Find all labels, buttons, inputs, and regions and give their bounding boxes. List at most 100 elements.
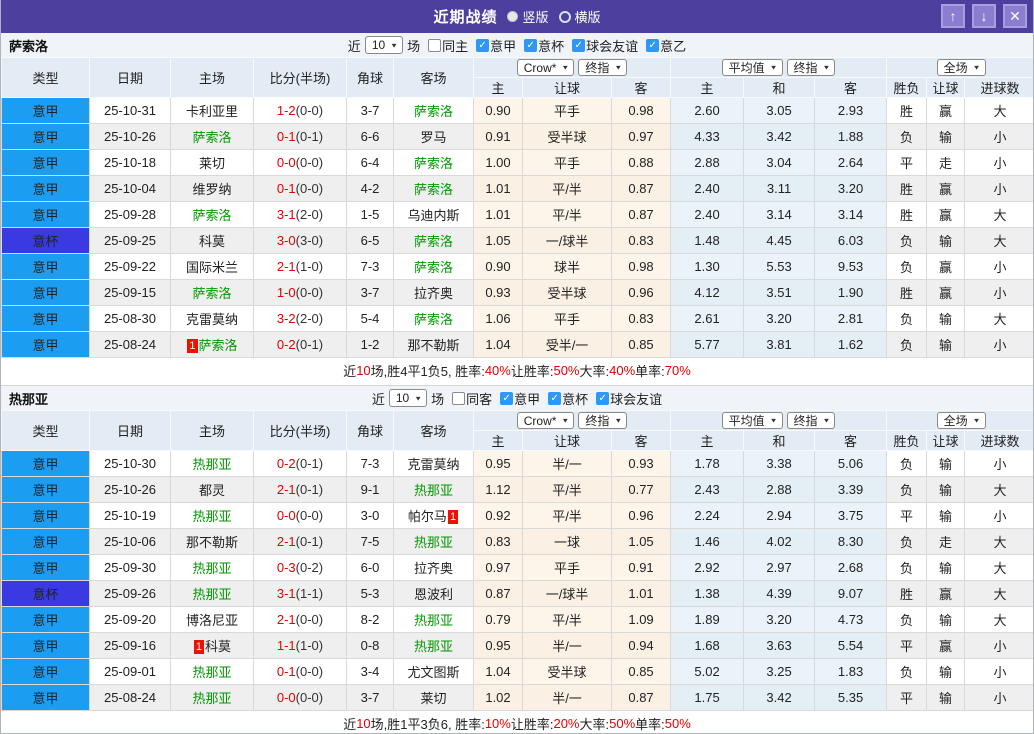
radio-horizontal-label: 横版 (574, 10, 601, 25)
corner-count: 6-5 (346, 227, 394, 254)
corner-count: 3-0 (346, 502, 394, 529)
match-score: 1-1(1-0) (253, 632, 347, 659)
avg-draw: 3.42 (743, 684, 816, 711)
column-header: 类型 (1, 57, 90, 98)
avg-home: 4.12 (670, 279, 745, 306)
avg-home: 1.68 (670, 632, 745, 659)
average-final-select[interactable]: 终指 ▼ (786, 59, 836, 76)
radio-vertical-layout[interactable]: 竖版 (507, 7, 549, 26)
result-handicap: 输 (926, 331, 966, 358)
avg-home: 1.46 (670, 528, 745, 555)
match-type-badge: 意甲 (1, 279, 90, 306)
result-outcome: 负 (886, 606, 928, 633)
team-label: 罗马 (420, 130, 447, 145)
match-type-badge: 意甲 (1, 528, 90, 555)
match-date: 25-10-19 (89, 502, 171, 529)
radio-horizontal-layout[interactable]: 横版 (558, 7, 601, 26)
same-venue-checkbox[interactable] (428, 38, 442, 52)
halftime-score: (0-1) (295, 129, 324, 144)
match-score: 0-1(0-1) (253, 123, 347, 150)
avg-draw: 3.14 (743, 201, 816, 228)
home-team: 热那亚 (170, 658, 254, 685)
team-section-2: 热那亚近 10 ▼ 场同客 ✓ 意甲 ✓ 意杯 ✓ 球会友谊 类型 日期 主场 比分(半场) 角球 客场 Cro… (1, 385, 1033, 733)
team-label: 克雷莫纳 (185, 312, 238, 327)
column-header: 类型 (1, 410, 90, 451)
move-up-button[interactable]: ↑ (941, 4, 965, 28)
average-source-select[interactable]: 平均值 ▼ (721, 412, 783, 429)
league-filter-checkbox-3[interactable]: ✓ (646, 38, 660, 52)
match-date: 25-09-15 (89, 279, 171, 306)
close-button[interactable]: ✕ (1003, 4, 1027, 28)
games-count-select[interactable]: 10 ▼ (364, 36, 404, 54)
chevron-down-icon: ▼ (414, 394, 423, 402)
avg-away: 1.90 (814, 279, 888, 306)
avg-home: 1.38 (670, 580, 745, 607)
away-team: 萨索洛 (393, 305, 474, 332)
league-filter-checkbox-1[interactable]: ✓ (524, 38, 538, 52)
same-venue-checkbox[interactable] (452, 391, 466, 405)
scope-select[interactable]: 全场 ▼ (936, 412, 986, 429)
odds-away: 0.83 (610, 227, 672, 254)
average-final-select[interactable]: 终指 ▼ (786, 412, 836, 429)
odds-home: 0.93 (473, 279, 523, 306)
scope-select[interactable]: 全场 ▼ (936, 59, 986, 76)
avg-draw: 2.97 (743, 554, 816, 581)
result-handicap: 输 (926, 502, 966, 529)
avg-draw: 3.38 (743, 450, 816, 477)
league-filter-checkbox-2[interactable]: ✓ (572, 38, 586, 52)
summary-segment: 10% (484, 715, 511, 731)
match-date: 25-09-30 (89, 554, 171, 581)
summary-segment: 单率: (635, 716, 665, 732)
odds-handicap: 平/半 (522, 606, 612, 633)
results-table: 类型 日期 主场 比分(半场) 角球 客场 Crow* ▼ 终指 ▼ 平均值 ▼ 终指 ▼ 全场 ▼ 主让球客主… (1, 57, 1033, 358)
match-type-badge: 意甲 (1, 450, 90, 477)
summary-segment: 场,胜1平3负6, 胜率: (370, 716, 485, 732)
result-handicap: 输 (926, 476, 966, 503)
team-section-1: 萨索洛近 10 ▼ 场同主 ✓ 意甲 ✓ 意杯 ✓ 球会友谊 ✓ 意乙 类型 日期 主场 比分(半场) 角球 客场… (1, 33, 1033, 382)
odds-final-select[interactable]: 终指 ▼ (578, 411, 628, 429)
team-label: 维罗纳 (192, 182, 232, 197)
odds-home: 1.04 (473, 658, 523, 685)
fulltime-score: 0-0 (276, 155, 296, 170)
table-row: 意甲 25-09-15 萨索洛 1-0(0-0) 3-7 拉齐奥 0.93 受半球 0.96 4.… (1, 279, 1033, 306)
odds-source-select[interactable]: Crow* ▼ (516, 59, 575, 77)
odds-source-select[interactable]: Crow* ▼ (516, 412, 575, 430)
team-label: 莱切 (198, 156, 225, 171)
halftime-score: (3-0) (295, 233, 324, 248)
avg-away: 1.88 (814, 123, 888, 150)
league-filter-checkbox-0[interactable]: ✓ (500, 391, 514, 405)
match-score: 0-1(0-0) (253, 658, 347, 685)
team-label: 博洛尼亚 (185, 613, 238, 628)
result-handicap: 赢 (926, 201, 966, 228)
match-type-badge: 意甲 (1, 331, 90, 358)
result-handicap: 赢 (926, 97, 966, 124)
corner-count: 8-2 (346, 606, 394, 633)
away-team: 尤文图斯 (393, 658, 474, 685)
odds-home: 0.90 (473, 253, 523, 280)
match-date: 25-10-04 (89, 175, 171, 202)
column-header: 比分(半场) (253, 410, 347, 451)
move-down-button[interactable]: ↓ (972, 4, 996, 28)
rank-badge: 1 (447, 510, 459, 524)
table-row: 意甲 25-08-24 1 萨索洛 0-2(0-1) 1-2 那不勒斯 1.04 受半/一 0.8… (1, 331, 1033, 358)
result-handicap: 输 (926, 554, 966, 581)
panel-title: 近期战绩 (433, 9, 498, 26)
odds-home: 1.12 (473, 476, 523, 503)
home-team: 1 科莫 (170, 632, 254, 659)
odds-handicap: 一/球半 (522, 580, 612, 607)
match-type-badge: 意甲 (1, 97, 90, 124)
chevron-down-icon: ▼ (561, 417, 570, 425)
odds-final-select[interactable]: 终指 ▼ (578, 58, 628, 76)
result-handicap: 输 (926, 450, 966, 477)
average-source-select[interactable]: 平均值 ▼ (721, 59, 783, 76)
result-handicap: 走 (926, 528, 966, 555)
games-count-select[interactable]: 10 ▼ (388, 389, 428, 407)
result-outcome: 负 (886, 305, 928, 332)
league-filter-checkbox-0[interactable]: ✓ (476, 38, 490, 52)
league-filter-checkbox-2[interactable]: ✓ (596, 391, 610, 405)
league-filter-checkbox-1[interactable]: ✓ (548, 391, 562, 405)
avg-draw: 2.94 (743, 502, 816, 529)
away-team: 热那亚 (393, 476, 474, 503)
match-date: 25-09-25 (89, 227, 171, 254)
column-subheader: 胜负 (886, 77, 928, 98)
